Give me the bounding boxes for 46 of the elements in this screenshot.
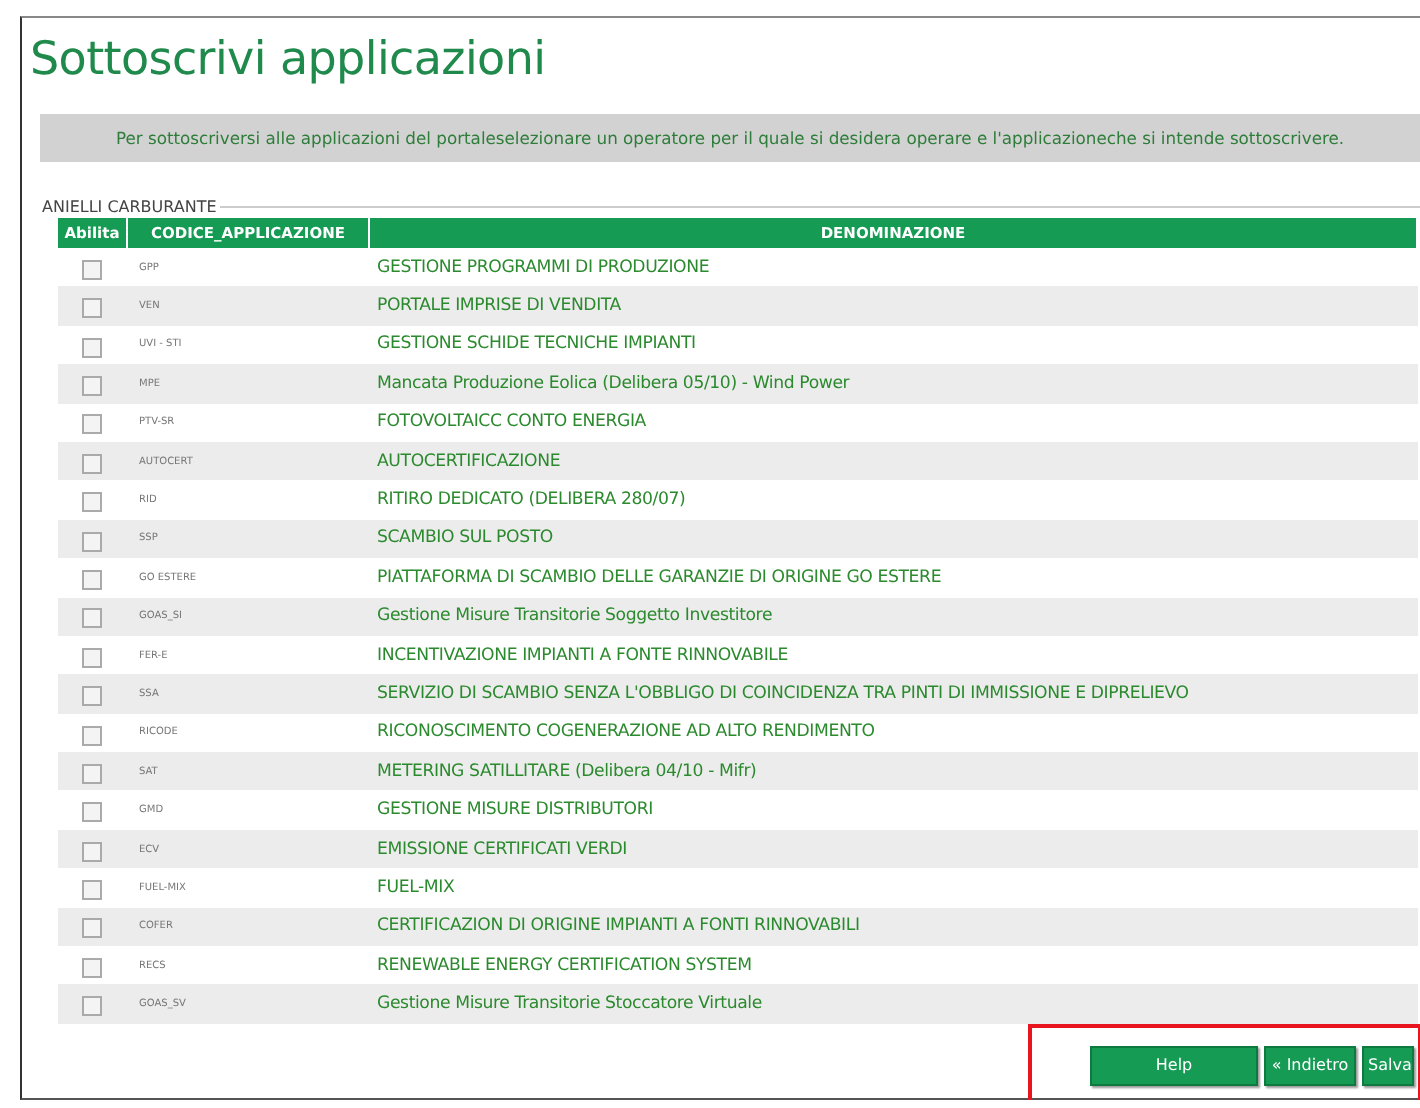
row-checkbox[interactable] [82,957,103,978]
row-checkbox[interactable] [82,298,103,319]
action-button[interactable]: Salva [1362,1045,1414,1086]
name-cell: INCENTIVAZIONE IMPIANTI A FONTE RINNOVABILE [369,635,1417,675]
name-cell: PORTALE IMPRISE DI VENDITA [369,286,1417,326]
row-checkbox[interactable] [82,608,103,629]
row-checkbox[interactable] [82,725,103,745]
action-button[interactable]: « Indietro [1264,1045,1356,1086]
name-cell: FUEL-MIX [369,868,1417,908]
name-cell: RENEWABLE ENERGY CERTIFICATION SYSTEM [369,946,1417,985]
name-cell: EMISSIONE CERTIFICATI VERDI [369,829,1417,869]
name-cell: RICONOSCIMENTO COGENERAZIONE AD ALTO RENDIMENTO [369,713,1417,753]
name-cell: GESTIONE SCHIDE TECNICHE IMPIANTI [369,325,1417,365]
name-cell: CERTIFICAZION DI ORIGINE IMPIANTI A FONTI RINNOVABILI [369,907,1417,947]
name-cell: METERING SATILLITARE (Delibera 04/10 - Mifr) [369,752,1417,791]
row-checkbox[interactable] [82,414,103,435]
name-cell: Gestione Misure Transitorie Stoccatore Virtuale [369,984,1417,1024]
row-checkbox[interactable] [82,375,103,396]
section-title: ANIELLI CARBURANTE [40,198,219,216]
name-cell: GESTIONE MISURE DISTRIBUTORI [369,790,1417,830]
row-checkbox[interactable] [82,647,103,668]
row-checkbox[interactable] [82,531,103,552]
name-cell-text: RITIRO DEDICATO (DELIBERA 280/07) [375,488,688,515]
row-checkbox[interactable] [82,918,103,939]
row-checkbox[interactable] [82,841,103,862]
name-cell: FOTOVOLTAICC CONTO ENERGIA [369,403,1417,442]
row-checkbox[interactable] [82,996,103,1017]
row-checkbox[interactable] [82,686,103,707]
name-cell: GESTIONE PROGRAMMI DI PRODUZIONE [369,248,1417,287]
name-cell: SERVIZIO DI SCAMBIO SENZA L'OBBLIGO DI COINCIDENZA TRA PINTI DI IMMISSIONE E DIPRELIEVO [369,674,1417,714]
row-checkbox[interactable] [82,802,103,823]
name-cell: SCAMBIO SUL POSTO [369,519,1417,559]
name-cell: Mancata Produzione Eolica (Delibera 05/10) - Wind Power [369,364,1417,404]
page-title: Sottoscrivi applicazioni [30,32,546,90]
name-cell: PIATTAFORMA DI SCAMBIO DELLE GARANZIE DI ORIGINE GO ESTERE [369,558,1417,598]
row-checkbox[interactable] [82,569,103,590]
info-message: Per sottoscriversi alle applicazioni del portaleselezionare un operatore per il quale si desidera operare e l'applicazioneche si intende sottoscrivere. [40,114,1420,162]
row-checkbox[interactable] [82,259,103,280]
name-cell: Gestione Misure Transitorie Soggetto Investitore [369,597,1417,636]
row-checkbox[interactable] [82,453,103,474]
row-checkbox[interactable] [82,880,103,901]
row-checkbox[interactable] [82,337,103,358]
row-checkbox[interactable] [82,763,103,784]
name-cell: AUTOCERTIFICAZIONE [369,441,1417,481]
action-button[interactable]: Help [1090,1045,1258,1086]
row-checkbox[interactable] [82,492,103,513]
